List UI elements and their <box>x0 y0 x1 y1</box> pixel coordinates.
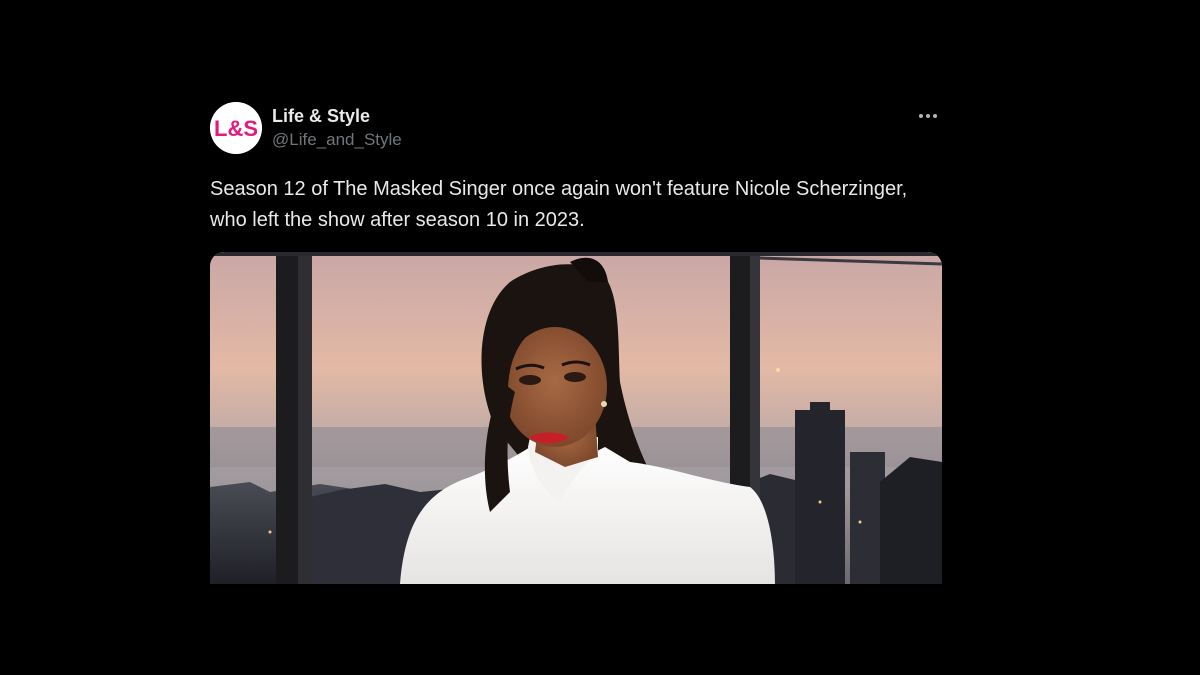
user-handle[interactable]: @Life_and_Style <box>272 127 402 153</box>
tweet-media-photo[interactable] <box>210 252 942 584</box>
tweet-card[interactable]: L&S Life & Style @Life_and_Style Season … <box>210 100 942 584</box>
svg-text:L&S: L&S <box>214 116 258 141</box>
author-names: Life & Style @Life_and_Style <box>272 105 402 153</box>
photo-image <box>210 252 942 584</box>
display-name[interactable]: Life & Style <box>272 105 402 127</box>
more-options-button[interactable] <box>916 104 940 128</box>
tweet-header: L&S Life & Style @Life_and_Style <box>210 100 942 158</box>
tweet-text: Season 12 of The Masked Singer once agai… <box>210 178 908 231</box>
avatar[interactable]: L&S <box>210 102 262 154</box>
more-horizontal-icon <box>919 114 937 118</box>
life-and-style-logo-icon: L&S <box>210 102 262 154</box>
